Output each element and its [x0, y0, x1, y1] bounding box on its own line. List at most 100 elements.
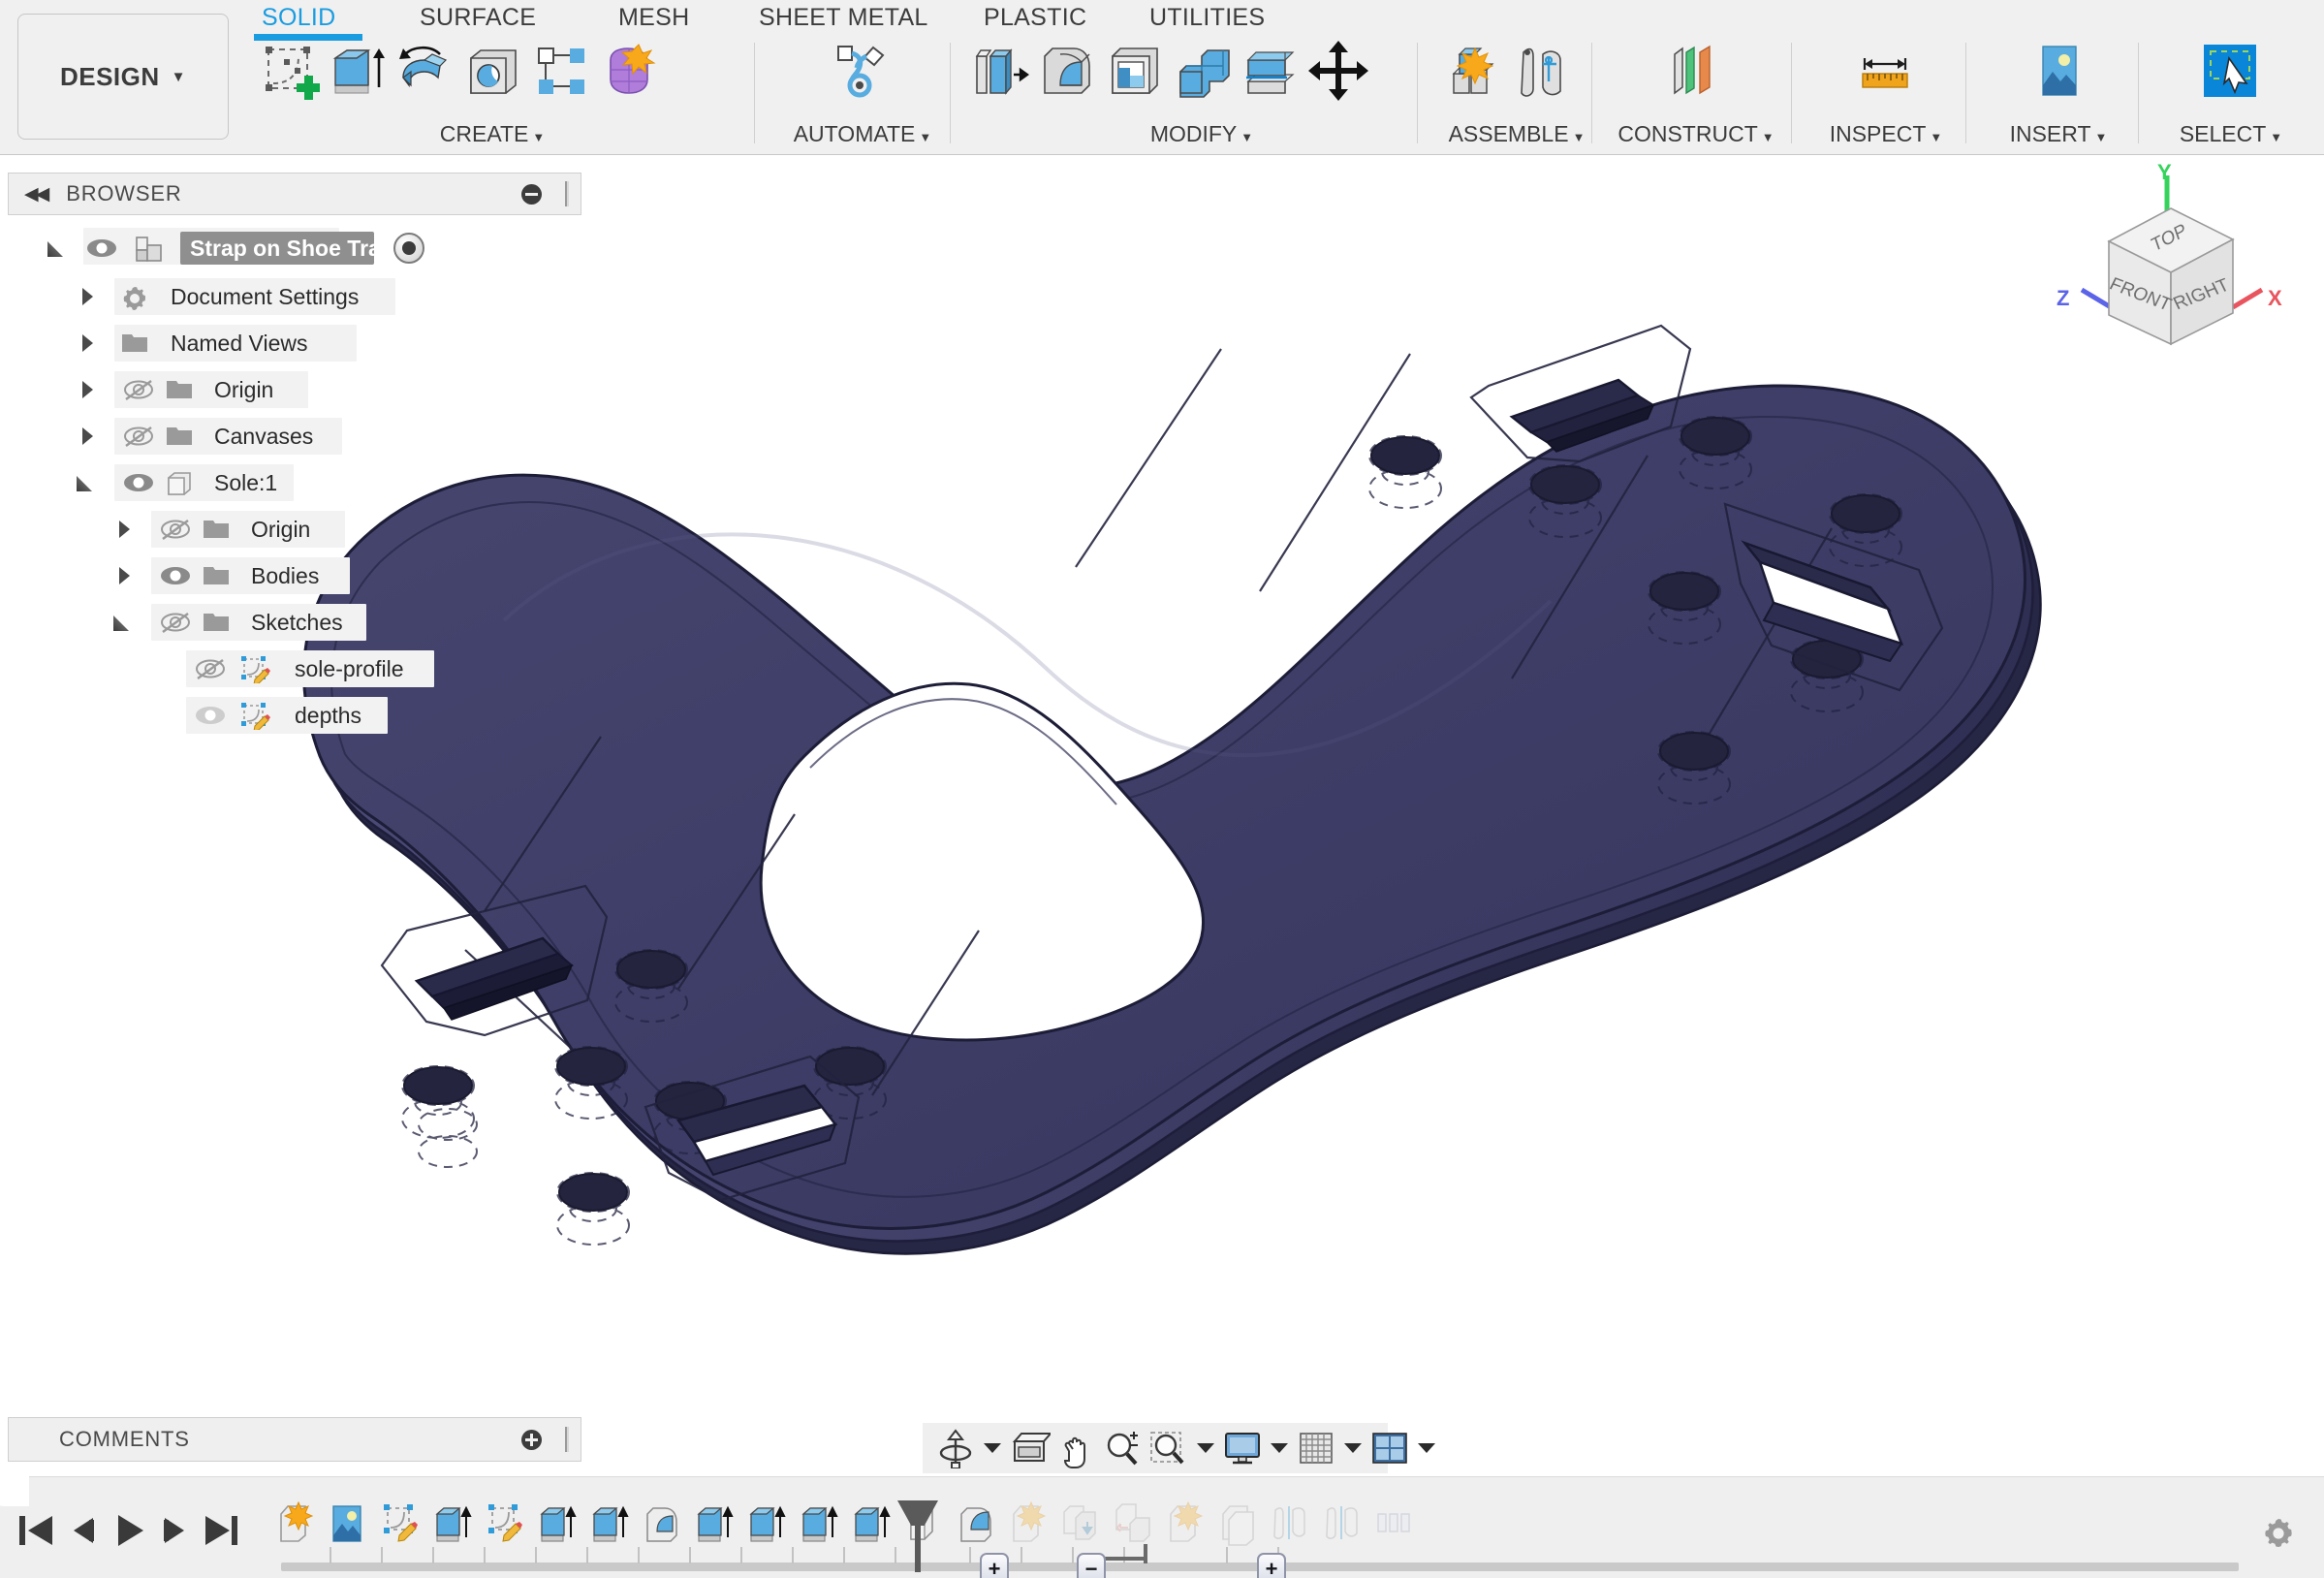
revolve-icon[interactable]: [395, 41, 455, 101]
timeline-item-move-copy[interactable]: [1111, 1499, 1155, 1549]
tree-item-strap-on-shoe-tracks[interactable]: Strap on Shoe Tracks v14: [8, 223, 581, 273]
chevron-down-icon[interactable]: [984, 1443, 1001, 1453]
zoom-icon[interactable]: [1101, 1428, 1144, 1468]
tree-item-sole-1[interactable]: Sole:1: [8, 459, 581, 506]
select-window-icon[interactable]: [2200, 41, 2260, 101]
timeline-item-extrude[interactable]: [797, 1499, 841, 1549]
minimize-icon[interactable]: [521, 184, 542, 205]
new-component-icon[interactable]: [1446, 41, 1506, 101]
form-icon[interactable]: [599, 41, 659, 101]
tree-item-origin-nested[interactable]: Origin: [8, 506, 581, 552]
ribbon-group-create-label[interactable]: CREATE▼: [260, 121, 725, 147]
tab-mesh[interactable]: MESH: [618, 4, 689, 32]
settings-gear-icon[interactable]: [2260, 1515, 2297, 1552]
tab-plastic[interactable]: PLASTIC: [984, 4, 1086, 32]
tab-sheet-metal[interactable]: SHEET METAL: [759, 4, 928, 32]
insert-mcmaster-icon[interactable]: [2029, 41, 2089, 101]
generative-design-icon[interactable]: [830, 41, 890, 101]
expand-arrow-open-icon[interactable]: [45, 236, 70, 261]
timeline-item-extrude[interactable]: [587, 1499, 632, 1549]
tree-item-depths[interactable]: depths: [8, 692, 581, 739]
timeline-playhead-marker[interactable]: [911, 1500, 923, 1568]
timeline-item-extrude[interactable]: [535, 1499, 580, 1549]
visibility-eye-hidden-icon[interactable]: [159, 515, 192, 544]
expand-arrow-closed-icon[interactable]: [76, 284, 101, 309]
panel-resize-grip[interactable]: [565, 181, 569, 206]
timeline-item-extrude[interactable]: [692, 1499, 737, 1549]
visibility-eye-icon[interactable]: [85, 234, 118, 263]
tree-item-named-views[interactable]: Named Views: [8, 320, 581, 366]
visibility-eye-dim-icon[interactable]: [194, 701, 227, 730]
combine-icon[interactable]: [1173, 41, 1233, 101]
fillet-icon[interactable]: [1037, 41, 1097, 101]
timeline-item-copy-paste[interactable]: [1058, 1499, 1103, 1549]
rectangular-pattern-icon[interactable]: [531, 41, 591, 101]
timeline-item-fillet[interactable]: [640, 1499, 684, 1549]
measure-icon[interactable]: [1855, 41, 1915, 101]
visibility-eye-icon[interactable]: [159, 561, 192, 590]
chevron-down-icon[interactable]: [1418, 1443, 1435, 1453]
timeline-item-mirror[interactable]: [1268, 1499, 1312, 1549]
timeline-item-new-component[interactable]: [1163, 1499, 1208, 1549]
look-at-icon[interactable]: [1008, 1428, 1051, 1468]
tab-solid[interactable]: SOLID: [262, 4, 336, 32]
timeline-item-body[interactable]: [1215, 1499, 1260, 1549]
go-to-end-icon[interactable]: [200, 1510, 244, 1551]
activate-component-radio[interactable]: [393, 233, 424, 264]
visibility-eye-hidden-icon[interactable]: [194, 654, 227, 683]
offset-plane-icon[interactable]: [1665, 41, 1725, 101]
view-cube[interactable]: Y Z X TOP FRONT RIGHT: [2053, 164, 2295, 367]
chevron-down-icon[interactable]: [1271, 1443, 1288, 1453]
ribbon-group-insert-label[interactable]: INSERT▼: [1981, 121, 2136, 147]
create-sketch-icon[interactable]: [260, 41, 320, 101]
add-comment-icon[interactable]: [521, 1430, 542, 1450]
go-to-beginning-icon[interactable]: [14, 1510, 58, 1551]
step-back-icon[interactable]: [60, 1510, 105, 1551]
tree-item-canvases[interactable]: Canvases: [8, 413, 581, 459]
timeline-group-collapse-button[interactable]: −: [1077, 1553, 1106, 1578]
visibility-eye-hidden-icon[interactable]: [159, 608, 192, 637]
timeline-item-fillet[interactable]: [954, 1499, 998, 1549]
expand-arrow-open-icon[interactable]: [110, 610, 136, 635]
timeline-item-pattern[interactable]: [1372, 1499, 1417, 1549]
shell-icon[interactable]: [1105, 41, 1165, 101]
expand-arrow-closed-icon[interactable]: [76, 331, 101, 356]
workspace-switcher-button[interactable]: DESIGN ▼: [17, 14, 229, 140]
selected-root-chip[interactable]: Strap on Shoe Tracks v14: [180, 232, 374, 265]
zoom-window-icon[interactable]: [1147, 1428, 1190, 1468]
expand-arrow-closed-icon[interactable]: [112, 517, 138, 542]
timeline-item-extrude[interactable]: [430, 1499, 475, 1549]
collapse-left-icon[interactable]: ◀◀: [24, 183, 47, 205]
ribbon-group-inspect-label[interactable]: INSPECT▼: [1808, 121, 1963, 147]
visibility-eye-icon[interactable]: [122, 468, 155, 497]
expand-arrow-open-icon[interactable]: [74, 470, 99, 495]
timeline-item-mirror[interactable]: [1320, 1499, 1365, 1549]
visibility-eye-hidden-icon[interactable]: [122, 375, 155, 404]
extrude-icon[interactable]: [328, 41, 388, 101]
timeline-item-new-component[interactable]: [273, 1499, 318, 1549]
ribbon-group-automate-label[interactable]: AUTOMATE▼: [775, 121, 950, 147]
press-pull-icon[interactable]: [969, 41, 1029, 101]
panel-resize-grip[interactable]: [565, 1427, 569, 1452]
expand-arrow-closed-icon[interactable]: [76, 424, 101, 449]
ribbon-group-assemble-label[interactable]: ASSEMBLE▼: [1434, 121, 1599, 147]
move-copy-icon[interactable]: [1308, 41, 1368, 101]
timeline-item-sketch[interactable]: [483, 1499, 527, 1549]
display-settings-icon[interactable]: [1221, 1428, 1264, 1468]
timeline-group-expand-button[interactable]: +: [1257, 1553, 1286, 1578]
tab-surface[interactable]: SURFACE: [420, 4, 536, 32]
hole-icon[interactable]: [463, 41, 523, 101]
chevron-down-icon[interactable]: [1197, 1443, 1214, 1453]
timeline-item-canvas[interactable]: [326, 1499, 370, 1549]
visibility-eye-hidden-icon[interactable]: [122, 422, 155, 451]
timeline-group-expand-button[interactable]: +: [980, 1553, 1009, 1578]
timeline-item-new-component[interactable]: [1006, 1499, 1051, 1549]
play-icon[interactable]: [107, 1510, 151, 1551]
pan-icon[interactable]: [1054, 1428, 1097, 1468]
ribbon-group-select-label[interactable]: SELECT▼: [2153, 121, 2308, 147]
split-face-icon[interactable]: [1241, 41, 1301, 101]
orbit-icon[interactable]: [934, 1428, 977, 1468]
tree-item-document-settings[interactable]: Document Settings: [8, 273, 581, 320]
joint-icon[interactable]: [1514, 41, 1574, 101]
expand-arrow-closed-icon[interactable]: [112, 563, 138, 588]
